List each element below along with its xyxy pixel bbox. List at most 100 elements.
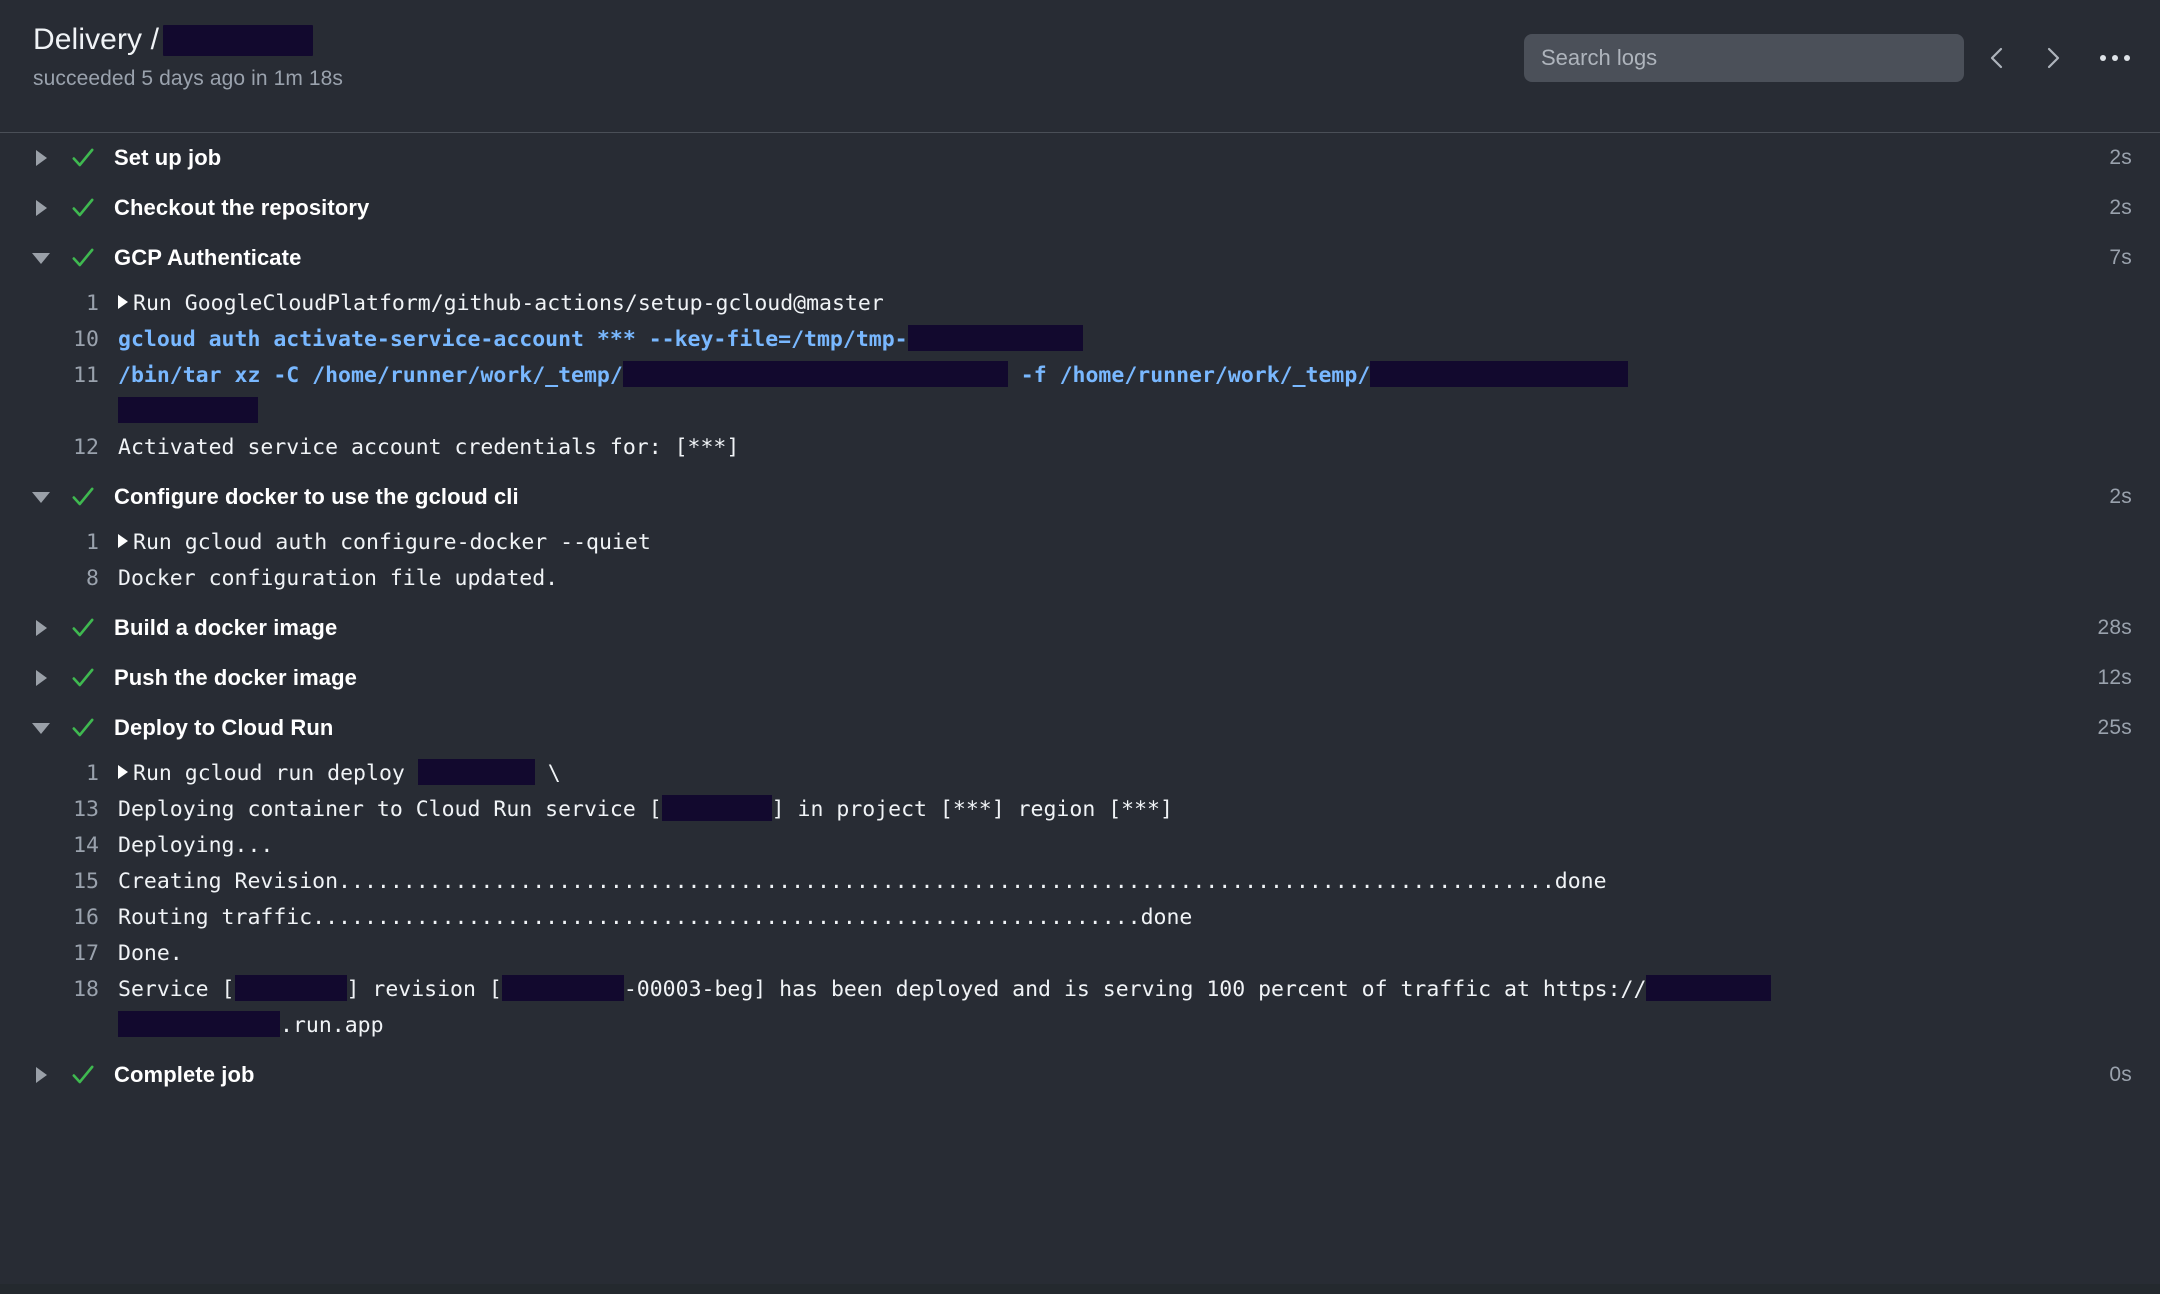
step-row[interactable]: Configure docker to use the gcloud cli 2s <box>0 472 2160 522</box>
log-text: ] in project [***] region [***] <box>771 797 1173 822</box>
log-text: /bin/tar xz -C /home/runner/work/_temp/ <box>118 363 623 388</box>
chevron-right-icon[interactable] <box>30 1064 52 1086</box>
step-log-output: 1 Run GoogleCloudPlatform/github-actions/… <box>0 283 2160 472</box>
redacted-value <box>907 325 1083 351</box>
log-line-number: 1 <box>86 291 99 316</box>
log-line: 18 Service [] revision [-00003-beg] has b… <box>0 972 2160 1044</box>
log-line: 17 Done. <box>0 936 2160 972</box>
log-header: Delivery / succeeded 5 days ago in 1m 18… <box>0 0 2160 133</box>
log-line-content: Run gcloud auth configure-docker --quiet <box>118 525 2160 561</box>
log-text: Creating Revision.......................… <box>118 869 1607 894</box>
log-line-content: Service [] revision [-00003-beg] has bee… <box>118 972 2160 1044</box>
redacted-value <box>661 795 772 821</box>
log-text: gcloud auth activate-service-account ***… <box>118 327 908 352</box>
check-success-icon <box>70 715 96 741</box>
check-success-icon <box>70 1062 96 1088</box>
log-line: 14 Deploying... <box>0 828 2160 864</box>
steps-list: Set up job 2s Checkout the repository 2s GCP… <box>0 133 2160 1100</box>
log-line-content: Run GoogleCloudPlatform/github-actions/s… <box>118 286 2160 322</box>
log-line: 12 Activated service account credentials … <box>0 430 2160 466</box>
log-text: -00003-beg] has been deployed and is ser… <box>623 977 1647 1002</box>
run-status-subtitle: succeeded 5 days ago in 1m 18s <box>33 67 344 90</box>
step-name[interactable]: GCP Authenticate <box>114 245 301 271</box>
chevron-right-icon[interactable] <box>30 197 52 219</box>
step-name[interactable]: Deploy to Cloud Run <box>114 715 333 741</box>
log-text: -f /home/runner/work/_temp/ <box>1007 363 1371 388</box>
log-text: \ <box>534 761 561 786</box>
step-row[interactable]: Build a docker image 28s <box>0 603 2160 653</box>
step-name[interactable]: Configure docker to use the gcloud cli <box>114 484 519 510</box>
log-line: 11/bin/tar xz -C /home/runner/work/_temp… <box>0 358 2160 430</box>
step-duration: 12s <box>2097 666 2132 689</box>
log-text: Run gcloud run deploy <box>133 761 418 786</box>
previous-match-button[interactable] <box>1974 35 2020 81</box>
log-line-content: /bin/tar xz -C /home/runner/work/_temp/ … <box>118 358 2160 430</box>
step-name[interactable]: Push the docker image <box>114 665 357 691</box>
log-line-number: 11 <box>73 363 99 388</box>
log-group-expand-icon[interactable] <box>118 534 128 548</box>
log-group-expand-icon[interactable] <box>118 295 128 309</box>
log-line-number: 14 <box>73 833 99 858</box>
log-text: Done. <box>118 941 183 966</box>
page-title-prefix: Delivery / <box>33 23 160 56</box>
log-group-expand-icon[interactable] <box>118 765 128 779</box>
redacted-value <box>417 759 535 785</box>
step-duration: 2s <box>2109 146 2132 169</box>
step-duration: 2s <box>2109 485 2132 508</box>
log-line-content: Docker configuration file updated. <box>118 561 2160 597</box>
log-text: Docker configuration file updated. <box>118 566 559 591</box>
step-row[interactable]: Set up job 2s <box>0 133 2160 183</box>
chevron-right-icon[interactable] <box>30 147 52 169</box>
chevron-down-icon[interactable] <box>30 717 52 739</box>
step-name[interactable]: Build a docker image <box>114 615 337 641</box>
page-title-redacted-name <box>163 24 314 56</box>
search-input[interactable] <box>1524 34 1964 82</box>
step-row[interactable]: Deploy to Cloud Run 25s <box>0 703 2160 753</box>
log-text: Activated service account credentials fo… <box>118 435 740 460</box>
log-line-number: 13 <box>73 797 99 822</box>
redacted-value <box>118 397 258 423</box>
step-name[interactable]: Set up job <box>114 145 221 171</box>
log-text: Deploying... <box>118 833 274 858</box>
log-line-content: Done. <box>118 936 2160 972</box>
header-title-block: Delivery / succeeded 5 days ago in 1m 18… <box>33 22 343 92</box>
step-row[interactable]: GCP Authenticate 7s <box>0 233 2160 283</box>
check-success-icon <box>70 245 96 271</box>
log-line-number: 16 <box>73 905 99 930</box>
step-duration: 7s <box>2109 246 2132 269</box>
header-controls <box>1524 34 2138 82</box>
log-line: 1 Run gcloud auth configure-docker --quie… <box>0 525 2160 561</box>
log-line: 1 Run GoogleCloudPlatform/github-actions/… <box>0 286 2160 322</box>
chevron-right-icon[interactable] <box>30 667 52 689</box>
check-success-icon <box>70 145 96 171</box>
log-line: 16 Routing traffic.......................… <box>0 900 2160 936</box>
log-line: 13 Deploying container to Cloud Run servi… <box>0 792 2160 828</box>
log-text: Run GoogleCloudPlatform/github-actions/s… <box>133 291 884 316</box>
log-line-content: Run gcloud run deploy \ <box>118 756 2160 792</box>
step-row[interactable]: Complete job 0s <box>0 1050 2160 1100</box>
step-row[interactable]: Push the docker image 12s <box>0 653 2160 703</box>
step-name[interactable]: Complete job <box>114 1062 255 1088</box>
page-title: Delivery / <box>33 22 343 58</box>
next-match-button[interactable] <box>2030 35 2076 81</box>
redacted-value <box>622 361 1008 387</box>
log-line-number: 18 <box>73 977 99 1002</box>
step-duration: 25s <box>2097 716 2132 739</box>
log-text: Deploying container to Cloud Run service… <box>118 797 662 822</box>
log-line-number: 15 <box>73 869 99 894</box>
step-duration: 28s <box>2097 616 2132 639</box>
more-options-button[interactable] <box>2094 37 2136 79</box>
chevron-right-icon <box>2042 44 2064 72</box>
log-line: 8 Docker configuration file updated. <box>0 561 2160 597</box>
step-name[interactable]: Checkout the repository <box>114 195 369 221</box>
log-line: 10 gcloud auth activate-service-account *… <box>0 322 2160 358</box>
log-line-number: 12 <box>73 435 99 460</box>
bottom-strip <box>0 1284 2160 1294</box>
chevron-right-icon[interactable] <box>30 617 52 639</box>
log-text: Run gcloud auth configure-docker --quiet <box>133 530 651 555</box>
step-row[interactable]: Checkout the repository 2s <box>0 183 2160 233</box>
log-text: ] revision [ <box>346 977 502 1002</box>
chevron-down-icon[interactable] <box>30 247 52 269</box>
redacted-value <box>234 975 347 1001</box>
chevron-down-icon[interactable] <box>30 486 52 508</box>
